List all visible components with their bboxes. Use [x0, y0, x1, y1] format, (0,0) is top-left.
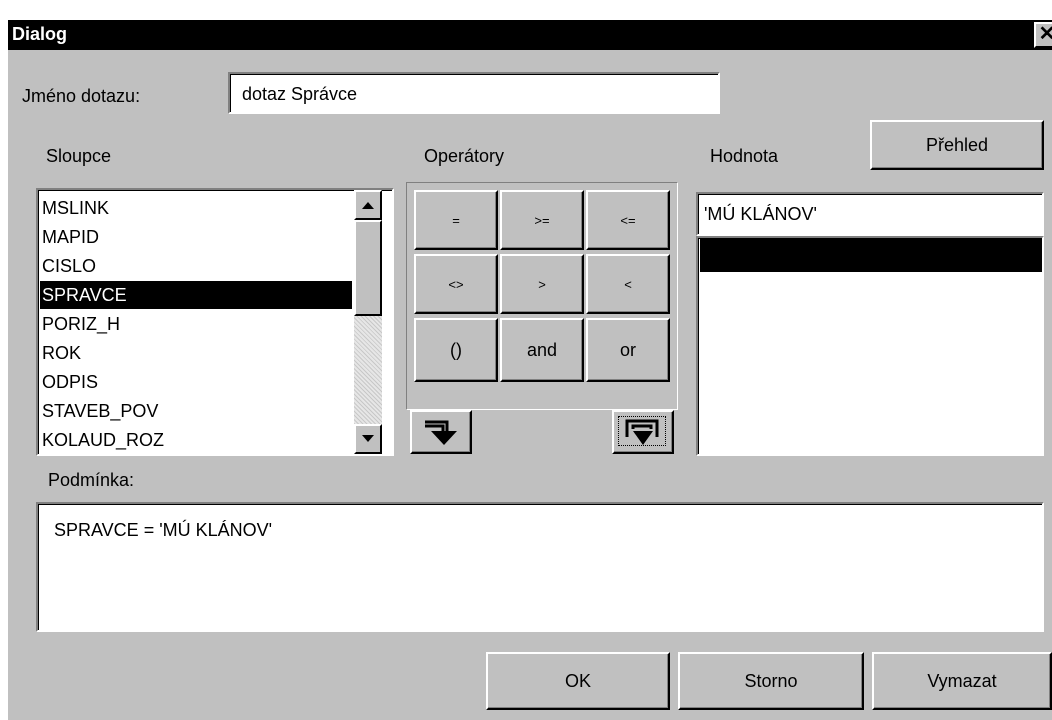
ok-button[interactable]: OK [486, 652, 670, 710]
scroll-up-button[interactable] [354, 190, 382, 220]
operator-button-gt[interactable]: > [500, 254, 584, 314]
dialog-window: Dialog ✕ Jméno dotazu: dotaz Správce Slo… [8, 20, 1052, 720]
operator-button-ge[interactable]: >= [500, 190, 584, 250]
column-list-item[interactable]: MSLINK [42, 194, 109, 222]
title-bar[interactable]: Dialog ✕ [8, 20, 1052, 50]
cancel-button[interactable]: Storno [678, 652, 864, 710]
value-list-selected-row[interactable] [700, 238, 1042, 272]
column-list-item[interactable]: CISLO [42, 252, 96, 280]
value-input[interactable]: 'MÚ KLÁNOV' [696, 192, 1044, 236]
clear-button[interactable]: Vymazat [872, 652, 1052, 710]
columns-scrollbar[interactable] [354, 190, 382, 454]
insert-down-arrow-icon [425, 420, 457, 445]
operator-button-eq[interactable]: = [414, 190, 498, 250]
value-input-text: 'MÚ KLÁNOV' [704, 204, 817, 224]
operator-button-ne[interactable]: <> [414, 254, 498, 314]
query-name-label: Jméno dotazu: [22, 86, 141, 106]
operator-button-or[interactable]: or [586, 318, 670, 382]
browse-button[interactable]: Přehled [870, 120, 1044, 170]
scroll-up-arrow-icon [362, 202, 374, 209]
close-button[interactable]: ✕ [1034, 22, 1052, 48]
close-icon: ✕ [1038, 23, 1052, 45]
condition-textarea[interactable]: SPRAVCE = 'MÚ KLÁNOV' [36, 502, 1044, 632]
insert-value-button[interactable] [612, 410, 674, 454]
scroll-thumb[interactable] [354, 220, 382, 316]
column-list-item[interactable]: SPRAVCE [40, 281, 352, 309]
scroll-down-button[interactable] [354, 424, 382, 454]
insert-column-button[interactable] [410, 410, 472, 454]
column-list-item[interactable]: ODPIS [42, 368, 98, 396]
query-name-value: dotaz Správce [242, 84, 358, 104]
dialog-title: Dialog [12, 24, 68, 44]
operator-button-lt[interactable]: < [586, 254, 670, 314]
focus-rect [618, 416, 666, 446]
columns-listbox[interactable]: MSLINK MAPID CISLO SPRAVCE PORIZ_H ROK ODPIS ST… [36, 188, 394, 456]
condition-label: Podmínka: [48, 470, 135, 490]
column-list-item[interactable]: ROK [42, 339, 81, 367]
scroll-down-arrow-icon [362, 435, 374, 442]
column-list-item[interactable]: MAPID [42, 223, 99, 251]
value-label: Hodnota [710, 146, 779, 166]
column-list-item[interactable]: PORIZ_H [42, 310, 120, 338]
operator-button-le[interactable]: <= [586, 190, 670, 250]
query-name-input[interactable]: dotaz Správce [228, 72, 720, 114]
operator-button-parens[interactable]: () [414, 318, 498, 382]
column-list-item[interactable]: STAVEB_POV [42, 397, 158, 425]
operators-label: Operátory [424, 146, 505, 166]
operator-button-and[interactable]: and [500, 318, 584, 382]
columns-label: Sloupce [46, 146, 112, 166]
column-list-item[interactable]: KOLAUD_ROZ [42, 426, 164, 454]
value-listbox[interactable] [696, 236, 1044, 456]
condition-text: SPRAVCE = 'MÚ KLÁNOV' [54, 520, 273, 540]
